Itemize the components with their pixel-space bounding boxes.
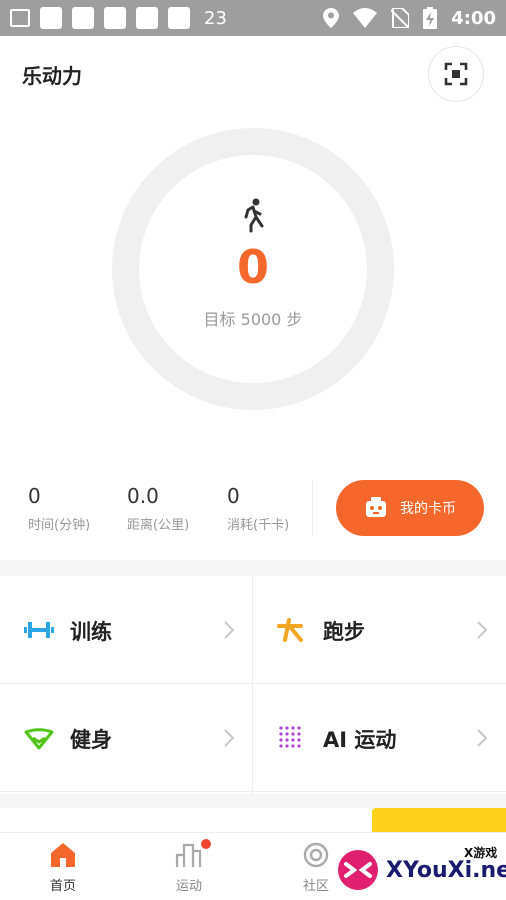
header: 乐动力 [0, 36, 506, 112]
grid-item-ai-sport[interactable]: AI 运动 [253, 684, 506, 792]
walking-icon [244, 198, 264, 233]
step-goal: 目标 5000 步 [203, 310, 303, 329]
stat-calories: 0 消耗(千卡) [227, 484, 289, 533]
home-icon [51, 843, 75, 867]
status-bar: 23 4:00 [0, 0, 506, 36]
gamepad-logo-icon [338, 850, 378, 890]
grid-item-fitness[interactable]: 健身 [0, 684, 253, 792]
stat-time: 0 时间(分钟) [28, 484, 90, 533]
stat-value: 0 [227, 484, 240, 508]
ai-dots-icon [279, 726, 301, 748]
community-icon [303, 842, 329, 868]
notification-icon [72, 7, 94, 29]
stat-label: 时间(分钟) [28, 518, 91, 533]
grid-label: 跑步 [323, 620, 365, 644]
tab-sport[interactable]: 运动 [149, 839, 229, 894]
notification-count: 23 [204, 7, 227, 29]
grid-label: 健身 [70, 728, 112, 752]
notification-badge [201, 839, 211, 849]
stat-label: 距离(公里) [127, 518, 190, 533]
watermark-text: XYouXi.net [386, 858, 506, 883]
dumbbell-icon [24, 622, 54, 638]
battery-charging-icon [423, 7, 438, 29]
scan-button[interactable] [428, 46, 484, 102]
tab-home[interactable]: 首页 [23, 841, 103, 894]
divider [312, 480, 313, 536]
notification-icon [40, 7, 62, 29]
notification-icon [136, 7, 158, 29]
watermark: X游戏 XYouXi.net [336, 842, 506, 894]
clock: 4:00 [451, 7, 496, 29]
step-count: 0 [236, 240, 269, 294]
grid-label: 训练 [70, 620, 112, 644]
grid-item-training[interactable]: 训练 [0, 576, 253, 684]
stats-row: 0 时间(分钟) 0.0 距离(公里) 0 消耗(千卡) 我的卡币 [0, 478, 506, 548]
grid-divider [252, 576, 253, 794]
chart-icon [175, 843, 202, 867]
wifi-icon [353, 8, 378, 28]
sport-grid: 训练 跑步 健身 AI 运动 [0, 576, 506, 794]
my-coins-label: 我的卡币 [400, 501, 456, 517]
my-coins-button[interactable]: 我的卡币 [336, 480, 484, 536]
notification-icon [168, 7, 190, 29]
stat-value: 0 [28, 484, 41, 508]
stat-value: 0.0 [127, 484, 159, 508]
tab-label: 首页 [49, 879, 76, 894]
image-notification-icon [10, 9, 30, 27]
running-icon [277, 618, 303, 642]
chevron-right-icon [477, 729, 488, 747]
grid-label: AI 运动 [323, 728, 397, 752]
stat-label: 消耗(千卡) [227, 518, 290, 533]
stat-distance: 0.0 距离(公里) [127, 484, 189, 533]
coin-robot-icon [366, 497, 386, 517]
chevron-right-icon [477, 621, 488, 639]
grid-item-running[interactable]: 跑步 [253, 576, 506, 684]
notification-icon [104, 7, 126, 29]
location-icon [323, 8, 340, 28]
page-title: 乐动力 [22, 64, 82, 88]
chevron-right-icon [224, 729, 235, 747]
fitness-icon [24, 728, 54, 750]
section-divider [0, 560, 506, 576]
scan-icon [444, 62, 468, 86]
tab-label: 运动 [175, 879, 202, 894]
chevron-right-icon [224, 621, 235, 639]
section-divider [0, 794, 506, 808]
no-sim-icon [391, 8, 410, 28]
